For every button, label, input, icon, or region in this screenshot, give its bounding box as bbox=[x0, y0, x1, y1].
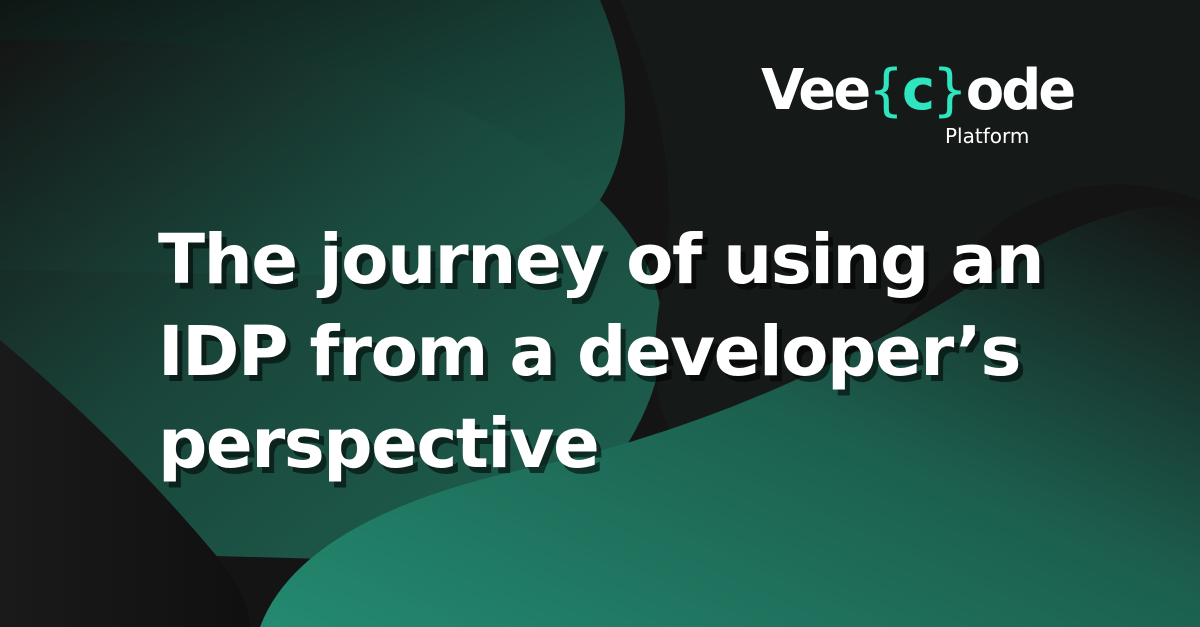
brand-brace-open: { bbox=[868, 58, 904, 123]
headline-line-3: perspective bbox=[158, 404, 600, 484]
brand-brace-close: } bbox=[932, 58, 968, 123]
brand-logo: Vee{c}ode Platform bbox=[755, 56, 1076, 156]
brand-name-letter: c bbox=[901, 58, 935, 123]
headline: The journey of using an IDP from a devel… bbox=[158, 214, 1158, 490]
banner: Vee{c}ode Platform The journey of using … bbox=[0, 0, 1200, 627]
headline-line-2: IDP from a developer’s bbox=[158, 312, 1021, 392]
brand-subtitle: Platform bbox=[945, 124, 1030, 148]
brand-name-part2: ode bbox=[965, 58, 1077, 123]
brand-name-part1: Vee bbox=[761, 58, 871, 123]
brand-wordmark: Vee{c}ode bbox=[761, 56, 1077, 126]
headline-line-1: The journey of using an bbox=[158, 220, 1045, 300]
